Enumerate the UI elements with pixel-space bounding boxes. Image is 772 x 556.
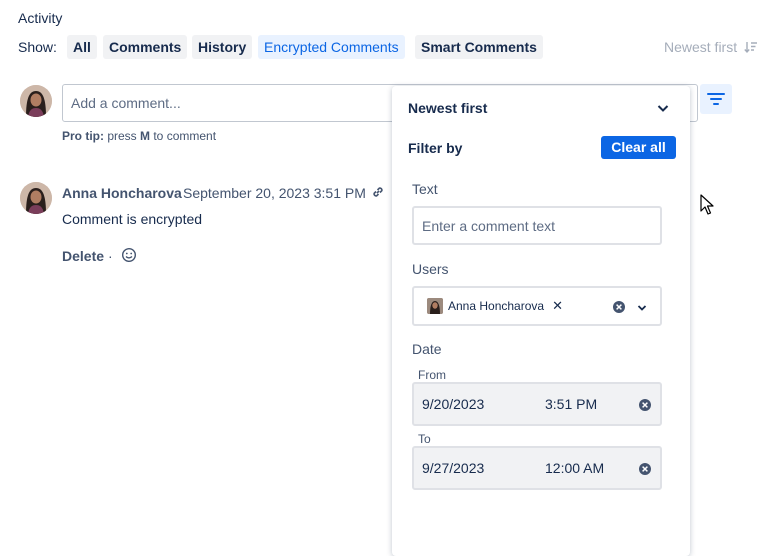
to-date-value[interactable]: 9/27/2023 [422, 460, 484, 476]
users-select[interactable]: Anna Honcharova ✕ [412, 286, 662, 326]
selected-user-chip: Anna Honcharova ✕ [427, 297, 563, 315]
from-time-value[interactable]: 3:51 PM [545, 396, 597, 412]
pro-tip: Pro tip: press M to comment [62, 129, 217, 143]
show-label: Show: [18, 39, 57, 55]
user-chip-avatar [427, 298, 443, 314]
comment-body: Comment is encrypted [62, 211, 203, 227]
sort-label: Newest first [663, 39, 738, 55]
remove-user-icon[interactable]: ✕ [552, 298, 563, 314]
separator: · [108, 248, 113, 264]
current-user-avatar [20, 85, 52, 117]
users-filter-label: Users [412, 261, 449, 277]
comment-text-filter-input[interactable] [412, 206, 662, 245]
comment-author[interactable]: Anna Honcharova [62, 185, 182, 201]
comment-author-avatar [20, 182, 52, 214]
tab-history[interactable]: History [192, 35, 253, 59]
to-time-value[interactable]: 12:00 AM [545, 460, 604, 476]
clear-to-date-icon[interactable] [638, 462, 652, 479]
permalink-icon[interactable] [371, 185, 385, 202]
clear-users-icon[interactable] [612, 300, 626, 317]
add-reaction-icon[interactable] [121, 247, 137, 266]
to-datetime-picker[interactable]: 9/27/2023 12:00 AM [412, 446, 662, 490]
clear-from-date-icon[interactable] [638, 398, 652, 415]
chevron-down-icon[interactable] [656, 101, 670, 118]
sort-order-title[interactable]: Newest first [408, 100, 487, 116]
filter-button[interactable] [700, 84, 732, 114]
date-filter-label: Date [412, 341, 442, 357]
filter-panel: Newest first Filter by Clear all Text Us… [392, 86, 690, 556]
sort-descending-icon [744, 42, 757, 54]
selected-user-name: Anna Honcharova [448, 299, 545, 313]
tab-comments[interactable]: Comments [103, 35, 188, 59]
filter-by-label: Filter by [408, 140, 463, 156]
tab-smart-comments[interactable]: Smart Comments [415, 35, 543, 59]
comment-date: September 20, 2023 3:51 PM [183, 185, 366, 201]
tab-encrypted-comments[interactable]: Encrypted Comments [258, 35, 405, 59]
tab-all[interactable]: All [67, 35, 97, 59]
filter-icon [707, 93, 725, 105]
sort-toggle[interactable]: Newest first [664, 39, 758, 55]
users-chevron-down-icon[interactable] [636, 301, 648, 317]
from-date-value[interactable]: 9/20/2023 [422, 396, 484, 412]
mouse-cursor-icon [700, 194, 714, 219]
delete-button[interactable]: Delete [62, 248, 104, 264]
to-label: To [418, 432, 431, 446]
from-label: From [418, 368, 446, 382]
clear-all-button[interactable]: Clear all [601, 136, 676, 159]
from-datetime-picker[interactable]: 9/20/2023 3:51 PM [412, 382, 662, 426]
text-filter-label: Text [412, 181, 438, 197]
activity-heading: Activity [18, 10, 63, 26]
